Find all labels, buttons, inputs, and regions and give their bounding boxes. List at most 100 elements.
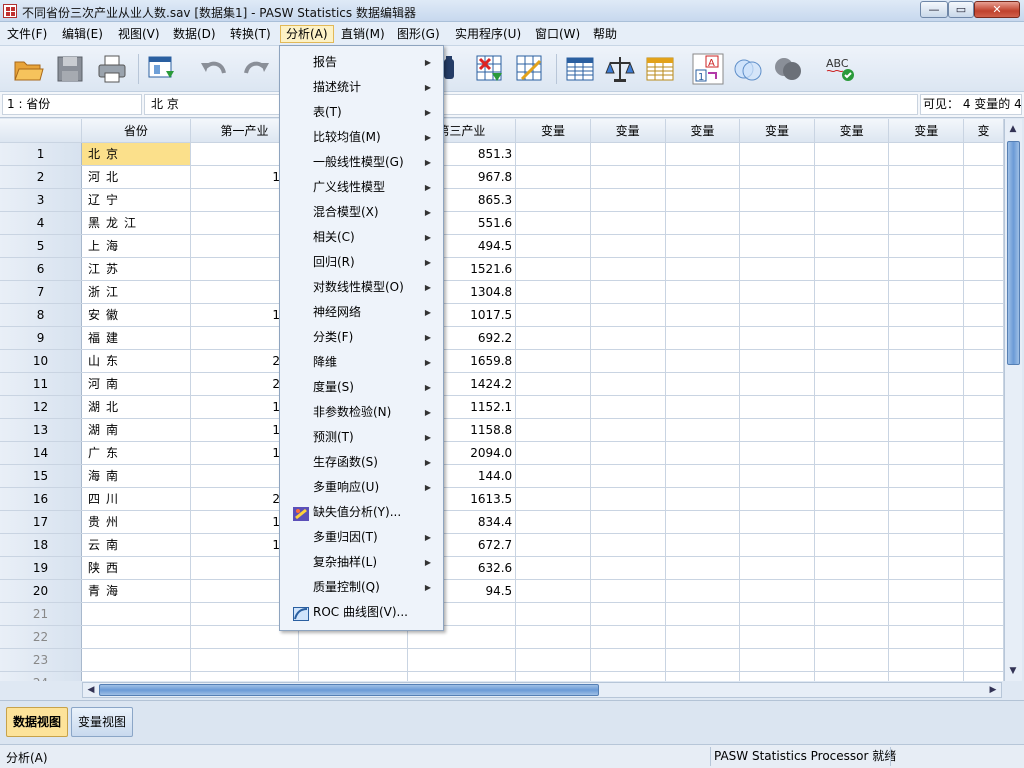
cell-empty[interactable] (814, 395, 890, 419)
analyze-menu-item[interactable]: 降维 ▶ (280, 350, 443, 375)
analyze-menu-item[interactable]: 非参数检验(N) ▶ (280, 400, 443, 425)
cell-empty[interactable] (739, 280, 815, 304)
cell-empty[interactable] (665, 211, 741, 235)
cell-empty[interactable] (590, 303, 666, 327)
row-number[interactable]: 11 (0, 372, 83, 396)
cell-empty[interactable] (665, 188, 741, 212)
insert-cases-icon[interactable] (474, 53, 506, 85)
column-header[interactable]: 变量 (739, 119, 815, 143)
analyze-menu-item[interactable]: 度量(S) ▶ (280, 375, 443, 400)
cell-empty[interactable] (888, 464, 965, 488)
cell-empty[interactable] (590, 510, 666, 534)
row-number[interactable]: 8 (0, 303, 83, 327)
data-view-toggle-icon[interactable] (146, 53, 178, 85)
cell-empty[interactable] (515, 441, 591, 465)
analyze-menu-item[interactable]: ROC 曲线图(V)... (280, 600, 443, 625)
cell-empty[interactable] (590, 326, 666, 350)
cell-empty[interactable] (590, 280, 666, 304)
cell-empty[interactable] (739, 648, 815, 672)
cell-empty[interactable] (515, 303, 591, 327)
cell-empty[interactable] (739, 257, 815, 281)
cell-empty[interactable] (665, 165, 741, 189)
cell-empty[interactable] (515, 556, 591, 580)
cell-empty[interactable] (515, 602, 591, 626)
cell-empty[interactable] (963, 671, 1004, 681)
cell-empty[interactable] (963, 188, 1004, 212)
cell-empty[interactable] (590, 349, 666, 373)
cell-empty[interactable] (739, 418, 815, 442)
cell-empty[interactable] (814, 372, 890, 396)
cell-empty[interactable] (963, 349, 1004, 373)
cell-empty[interactable] (515, 211, 591, 235)
column-header[interactable]: 变量 (515, 119, 591, 143)
menu-transform[interactable]: 转换(T) (225, 25, 276, 43)
analyze-menu-item[interactable]: 质量控制(Q) ▶ (280, 575, 443, 600)
cell-empty[interactable] (739, 326, 815, 350)
undo-icon[interactable] (198, 53, 230, 85)
cell-empty[interactable] (590, 487, 666, 511)
cell-empty[interactable] (888, 579, 965, 603)
cell-province[interactable]: 黑龙江 (81, 211, 191, 235)
cell-province[interactable]: 上海 (81, 234, 191, 258)
cell-empty[interactable] (963, 234, 1004, 258)
cell-empty[interactable] (963, 280, 1004, 304)
cell-province[interactable]: 浙江 (81, 280, 191, 304)
cell-empty[interactable] (739, 671, 815, 681)
row-number[interactable]: 6 (0, 257, 83, 281)
cell-empty[interactable] (888, 418, 965, 442)
cell-empty[interactable] (963, 326, 1004, 350)
row-number[interactable]: 15 (0, 464, 83, 488)
value-labels-icon[interactable]: A1 (692, 53, 724, 85)
cell-province[interactable]: 河北 (81, 165, 191, 189)
analyze-menu-item[interactable]: 比较均值(M) ▶ (280, 125, 443, 150)
cell-empty[interactable] (963, 372, 1004, 396)
menu-help[interactable]: 帮助 (588, 25, 622, 43)
cell-province[interactable]: 安徽 (81, 303, 191, 327)
cell-empty[interactable] (739, 395, 815, 419)
cell-empty[interactable] (590, 165, 666, 189)
cell-empty[interactable] (963, 303, 1004, 327)
cell-empty[interactable] (814, 165, 890, 189)
cell-empty[interactable] (739, 372, 815, 396)
cell-empty[interactable] (590, 579, 666, 603)
cell-empty[interactable] (665, 556, 741, 580)
close-button[interactable]: ✕ (974, 1, 1020, 18)
cell-empty[interactable] (814, 418, 890, 442)
grid-corner[interactable] (0, 119, 83, 143)
row-number[interactable]: 23 (0, 648, 83, 672)
cell-empty[interactable] (814, 142, 890, 166)
scroll-down-arrow[interactable]: ▼ (1005, 663, 1021, 679)
analyze-menu-item[interactable]: 多重归因(T) ▶ (280, 525, 443, 550)
cell-empty[interactable] (814, 211, 890, 235)
cell-empty[interactable] (963, 602, 1004, 626)
cell-empty[interactable] (515, 234, 591, 258)
menu-window[interactable]: 窗口(W) (530, 25, 585, 43)
tab-variable-view[interactable]: 变量视图 (71, 707, 134, 737)
row-number[interactable]: 1 (0, 142, 83, 166)
cell-empty[interactable] (665, 602, 741, 626)
cell-empty[interactable] (665, 487, 741, 511)
cell-empty[interactable] (665, 418, 741, 442)
row-number[interactable]: 21 (0, 602, 83, 626)
cell-empty[interactable] (515, 142, 591, 166)
cell-empty[interactable] (739, 556, 815, 580)
cell-empty[interactable] (81, 648, 191, 672)
cell-empty[interactable] (515, 533, 591, 557)
cell-empty[interactable] (590, 211, 666, 235)
column-header[interactable]: 变 (963, 119, 1004, 143)
cell-empty[interactable] (963, 418, 1004, 442)
row-number[interactable]: 12 (0, 395, 83, 419)
cell-province[interactable]: 贵州 (81, 510, 191, 534)
cell-province[interactable]: 北京 (81, 142, 191, 166)
cell-empty[interactable] (739, 464, 815, 488)
cell-empty[interactable] (515, 464, 591, 488)
cell-empty[interactable] (888, 533, 965, 557)
cell-empty[interactable] (963, 257, 1004, 281)
row-number[interactable]: 5 (0, 234, 83, 258)
cell-empty[interactable] (739, 533, 815, 557)
column-header[interactable]: 省份 (81, 119, 191, 143)
cell-empty[interactable] (739, 142, 815, 166)
cell-empty[interactable] (739, 303, 815, 327)
cell-empty[interactable] (739, 188, 815, 212)
cell-empty[interactable] (888, 349, 965, 373)
